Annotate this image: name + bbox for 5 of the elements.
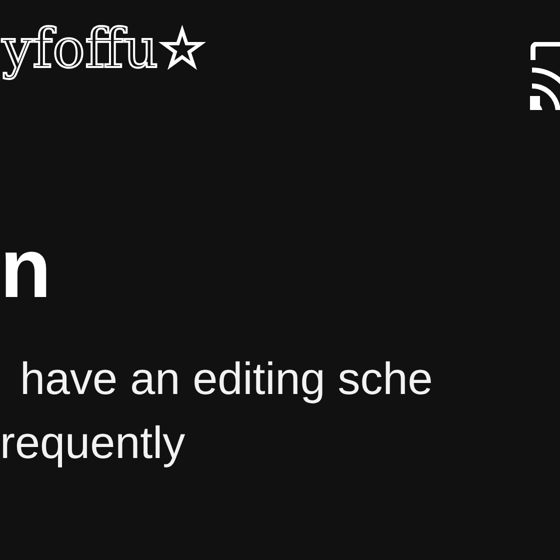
app-logo: yfoffu☆ [0, 16, 206, 82]
description-text: have an editing sche [19, 352, 434, 406]
page-title: n [0, 220, 52, 317]
description-text: requently [0, 416, 186, 470]
cast-icon[interactable] [530, 42, 560, 110]
